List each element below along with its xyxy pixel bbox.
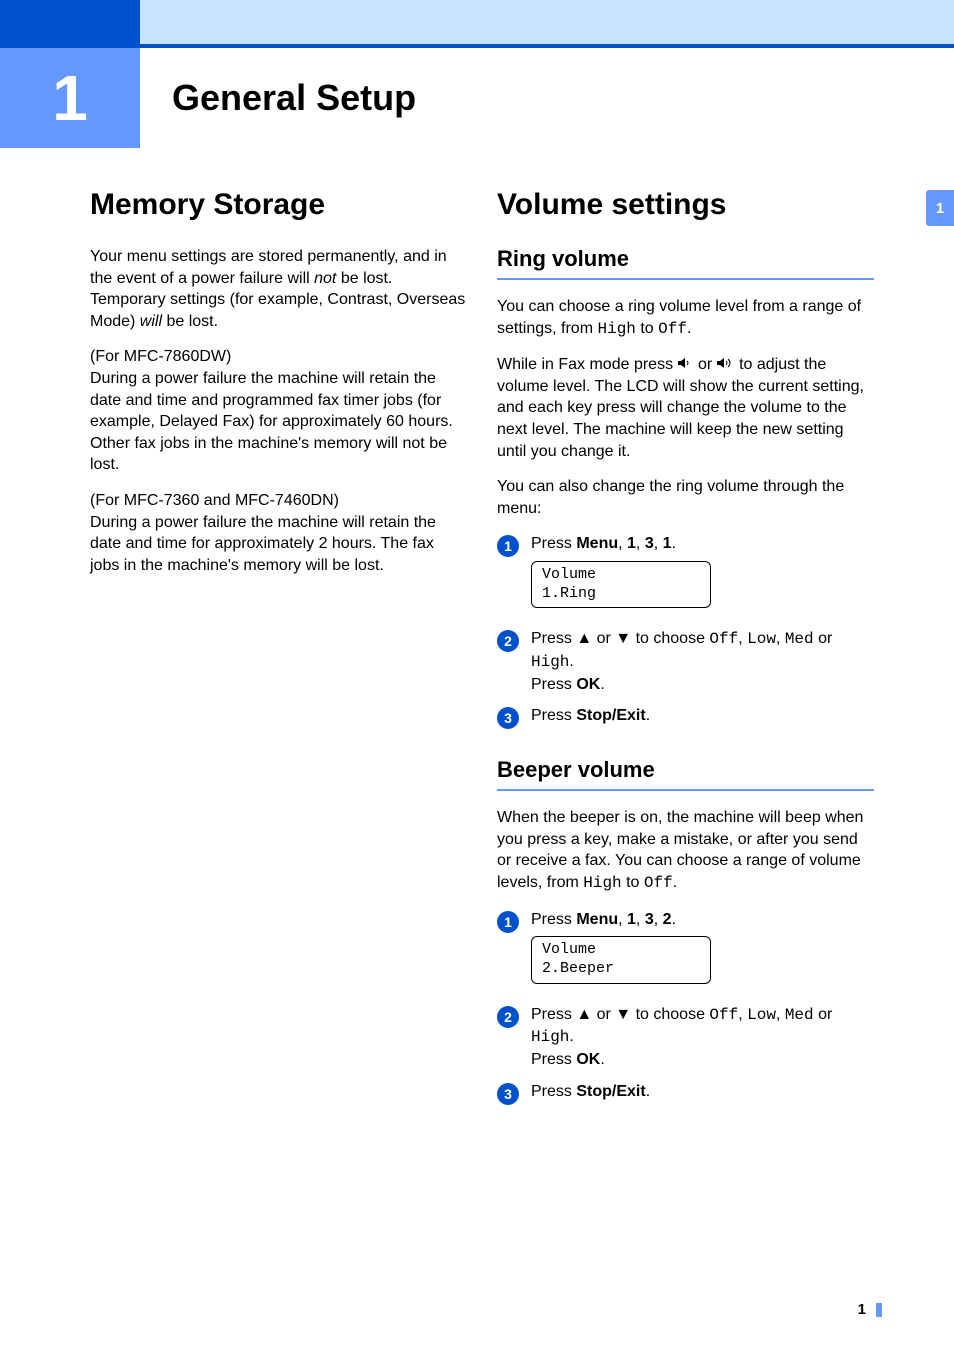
page-number-accent bbox=[876, 1303, 882, 1317]
ring-lcd: Volume 1.Ring bbox=[531, 561, 711, 609]
beeper-volume-title: Beeper volume bbox=[497, 757, 874, 791]
header-bar-accent bbox=[0, 0, 140, 44]
ring-volume-p1: You can choose a ring volume level from … bbox=[497, 296, 874, 340]
step-badge-2: 2 bbox=[497, 630, 519, 652]
memory-storage-p1: Your menu settings are stored permanentl… bbox=[90, 246, 467, 332]
ring-volume-p2: While in Fax mode press or to adjust the… bbox=[497, 354, 874, 462]
right-column: Volume settings Ring volume You can choo… bbox=[497, 188, 874, 1115]
header-bar bbox=[0, 0, 954, 48]
volume-settings-title: Volume settings bbox=[497, 188, 874, 222]
ring-step-3: 3 Press Stop/Exit. bbox=[497, 705, 874, 729]
chapter-number-box: 1 bbox=[0, 48, 140, 148]
speaker-low-icon bbox=[678, 354, 694, 376]
speaker-high-icon bbox=[717, 354, 735, 376]
step-badge-1: 1 bbox=[497, 911, 519, 933]
beeper-step-2: 2 Press ▲ or ▼ to choose Off, Low, Med o… bbox=[497, 1004, 874, 1071]
beeper-lcd: Volume 2.Beeper bbox=[531, 936, 711, 984]
step-badge-2: 2 bbox=[497, 1006, 519, 1028]
page-content: Memory Storage Your menu settings are st… bbox=[0, 188, 954, 1115]
step-badge-3: 3 bbox=[497, 1083, 519, 1105]
ring-step-2: 2 Press ▲ or ▼ to choose Off, Low, Med o… bbox=[497, 628, 874, 695]
left-column: Memory Storage Your menu settings are st… bbox=[90, 188, 467, 1115]
chapter-number: 1 bbox=[52, 61, 88, 135]
beeper-volume-p1: When the beeper is on, the machine will … bbox=[497, 807, 874, 894]
beeper-steps: 1 Press Menu, 1, 3, 2. Volume 2.Beeper 2… bbox=[497, 909, 874, 1105]
memory-storage-title: Memory Storage bbox=[90, 188, 467, 222]
memory-storage-p2: (For MFC-7860DW) During a power failure … bbox=[90, 346, 467, 476]
ring-steps: 1 Press Menu, 1, 3, 1. Volume 1.Ring 2 P… bbox=[497, 533, 874, 729]
chapter-header: 1 General Setup bbox=[0, 48, 954, 148]
chapter-title: General Setup bbox=[172, 77, 416, 119]
memory-storage-p3: (For MFC-7360 and MFC-7460DN) During a p… bbox=[90, 490, 467, 576]
beeper-step-1: 1 Press Menu, 1, 3, 2. Volume 2.Beeper bbox=[497, 909, 874, 994]
ring-volume-title: Ring volume bbox=[497, 246, 874, 280]
step-badge-1: 1 bbox=[497, 535, 519, 557]
ring-volume-p3: You can also change the ring volume thro… bbox=[497, 476, 874, 519]
beeper-step-3: 3 Press Stop/Exit. bbox=[497, 1081, 874, 1105]
page-number: 1 bbox=[858, 1301, 882, 1318]
step-badge-3: 3 bbox=[497, 707, 519, 729]
section-tab: 1 bbox=[926, 190, 954, 226]
ring-step-1: 1 Press Menu, 1, 3, 1. Volume 1.Ring bbox=[497, 533, 874, 618]
